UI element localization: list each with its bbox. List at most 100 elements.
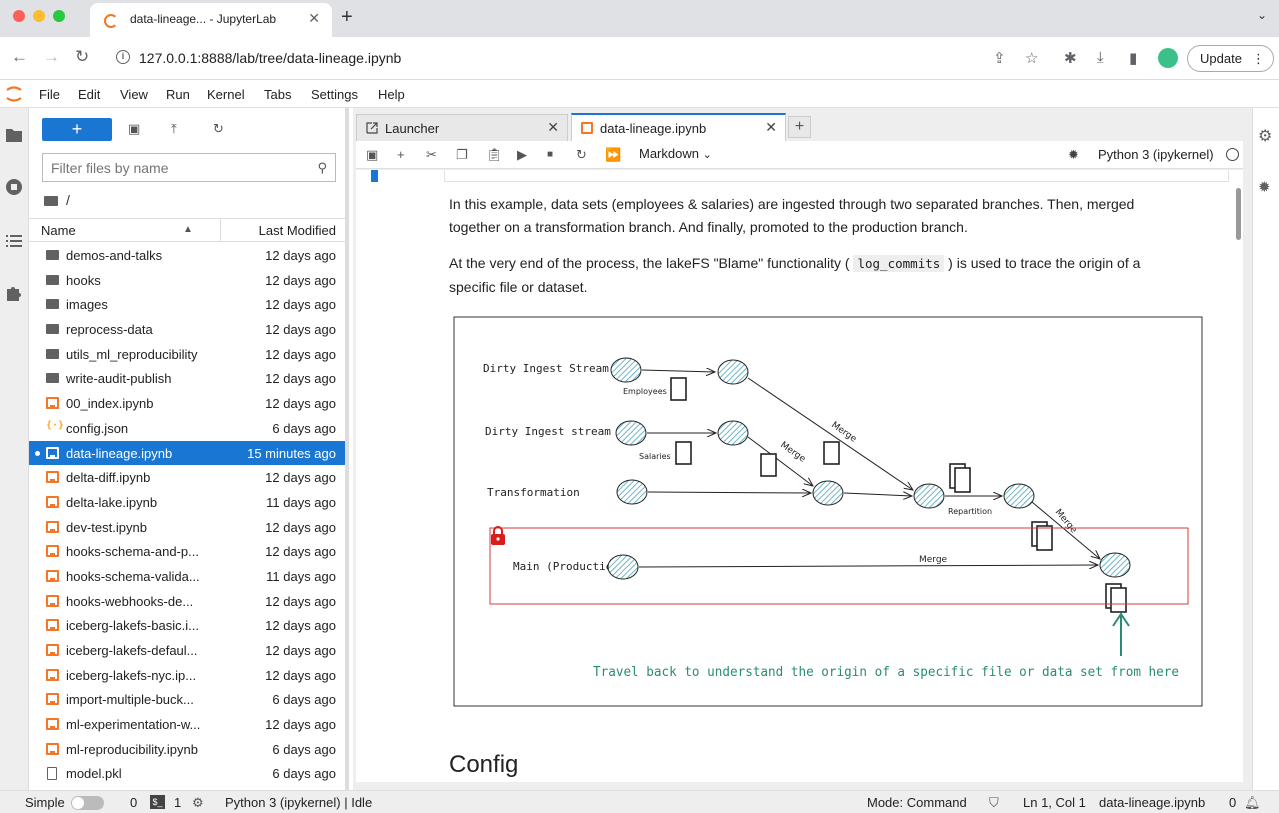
cursor-position[interactable]: Ln 1, Col 1 bbox=[1023, 795, 1086, 810]
update-button[interactable]: Update ⋮ bbox=[1187, 45, 1274, 72]
column-last-modified[interactable]: Last Modified bbox=[259, 223, 336, 238]
file-browser: + ▣ ⤒ ↻ ⚲ / Name ▲ Last Modified demos-a… bbox=[29, 108, 349, 790]
restart-run-all-icon[interactable]: ⏩ bbox=[605, 147, 621, 163]
kernel-count[interactable]: 1 bbox=[174, 795, 181, 810]
menu-tabs[interactable]: Tabs bbox=[264, 87, 291, 102]
file-row[interactable]: ml-reproducibility.ipynb 6 days ago bbox=[29, 737, 345, 762]
share-icon[interactable]: ⇪ bbox=[993, 49, 1006, 67]
file-row[interactable]: images 12 days ago bbox=[29, 292, 345, 317]
breadcrumb[interactable]: / bbox=[44, 192, 70, 208]
extension-puzzle-icon[interactable] bbox=[5, 284, 23, 302]
menu-view[interactable]: View bbox=[120, 87, 148, 102]
filter-files-input[interactable] bbox=[43, 154, 313, 181]
column-name[interactable]: Name bbox=[41, 223, 76, 238]
copy-icon[interactable]: ❐ bbox=[456, 147, 468, 163]
notebook-content[interactable]: In this example, data sets (employees & … bbox=[356, 170, 1243, 782]
file-row[interactable]: ml-experimentation-w... 12 days ago bbox=[29, 712, 345, 737]
bell-icon[interactable]: 🔔︎ bbox=[1244, 795, 1261, 811]
close-tab-icon[interactable]: ✕ bbox=[308, 10, 320, 27]
file-name: dev-test.ipynb bbox=[66, 519, 147, 535]
file-row[interactable]: import-multiple-buck... 6 days ago bbox=[29, 687, 345, 712]
zoom-window-button[interactable] bbox=[53, 10, 65, 22]
forward-icon[interactable]: → bbox=[43, 47, 60, 67]
file-row[interactable]: 00_index.ipynb 12 days ago bbox=[29, 391, 345, 416]
menu-kernel[interactable]: Kernel bbox=[207, 87, 245, 102]
file-row[interactable]: demos-and-talks 12 days ago bbox=[29, 243, 345, 268]
cut-icon[interactable]: ✂ bbox=[426, 147, 437, 163]
refresh-icon[interactable]: ↻ bbox=[213, 121, 224, 137]
kernel-name[interactable]: Python 3 (ipykernel) bbox=[1098, 147, 1214, 162]
add-tab-button[interactable]: + bbox=[788, 116, 811, 138]
menu-file[interactable]: File bbox=[39, 87, 60, 102]
tab-data-lineage[interactable]: data-lineage.ipynb ✕ bbox=[571, 113, 786, 141]
notebook-icon bbox=[46, 693, 59, 706]
file-row[interactable]: iceberg-lakefs-nyc.ip... 12 days ago bbox=[29, 663, 345, 688]
close-window-button[interactable] bbox=[13, 10, 25, 22]
debugger-icon[interactable]: ✹ bbox=[1258, 178, 1271, 196]
extensions-icon[interactable]: ✱ bbox=[1064, 49, 1077, 67]
file-row[interactable]: hooks-schema-and-p... 12 days ago bbox=[29, 539, 345, 564]
close-tab-icon[interactable]: ✕ bbox=[547, 119, 559, 136]
menu-edit[interactable]: Edit bbox=[78, 87, 100, 102]
reload-icon[interactable]: ↻ bbox=[75, 47, 89, 67]
minimize-window-button[interactable] bbox=[33, 10, 45, 22]
profile-avatar[interactable] bbox=[1158, 48, 1178, 68]
chevron-down-icon[interactable]: ⌄ bbox=[1257, 8, 1267, 22]
column-divider[interactable] bbox=[220, 219, 221, 241]
shield-icon[interactable]: ⛉ bbox=[989, 795, 999, 811]
notebook-icon bbox=[46, 644, 59, 656]
notebook-scrollbar[interactable] bbox=[1236, 188, 1241, 240]
previous-cell[interactable] bbox=[444, 170, 1229, 182]
debugger-icon[interactable]: ✹ bbox=[1068, 147, 1079, 163]
menu-settings[interactable]: Settings bbox=[311, 87, 358, 102]
url-field[interactable]: i 127.0.0.1:8888/lab/tree/data-lineage.i… bbox=[107, 43, 987, 73]
file-row[interactable]: hooks-schema-valida... 11 days ago bbox=[29, 564, 345, 589]
running-icon[interactable] bbox=[5, 178, 23, 196]
file-row[interactable]: iceberg-lakefs-basic.i... 12 days ago bbox=[29, 613, 345, 638]
folder-icon[interactable] bbox=[5, 126, 23, 144]
file-row[interactable]: delta-diff.ipynb 12 days ago bbox=[29, 465, 345, 490]
sidepanel-icon[interactable]: ▮ bbox=[1129, 49, 1137, 67]
menu-help[interactable]: Help bbox=[378, 87, 405, 102]
breadcrumb-root[interactable]: / bbox=[66, 192, 70, 208]
site-info-icon[interactable]: i bbox=[116, 50, 130, 64]
new-tab-icon[interactable]: + bbox=[341, 6, 353, 29]
cell-type-select[interactable]: Markdown ⌄ bbox=[639, 146, 712, 161]
file-row[interactable]: data-lineage.ipynb 15 minutes ago bbox=[29, 440, 345, 466]
new-launcher-button[interactable]: + bbox=[42, 118, 112, 141]
file-row[interactable]: {·} config.json 6 days ago bbox=[29, 416, 345, 441]
notification-count[interactable]: 0 bbox=[1229, 795, 1236, 810]
file-row[interactable]: delta-lake.ipynb 11 days ago bbox=[29, 490, 345, 515]
browser-tab-active[interactable]: data-lineage... - JupyterLab ✕ bbox=[90, 3, 332, 37]
restart-icon[interactable]: ↻ bbox=[576, 147, 587, 163]
paste-icon[interactable]: 📋︎ bbox=[486, 147, 503, 163]
save-icon[interactable]: ▣ bbox=[366, 147, 378, 163]
bookmark-star-icon[interactable]: ☆ bbox=[1025, 49, 1038, 67]
insert-cell-icon[interactable]: + bbox=[397, 147, 405, 162]
run-icon[interactable]: ▶ bbox=[517, 147, 527, 163]
file-row[interactable]: hooks 12 days ago bbox=[29, 268, 345, 293]
upload-icon[interactable]: ⤒ bbox=[171, 121, 177, 137]
stop-icon[interactable]: ■ bbox=[547, 149, 553, 160]
sort-ascending-icon[interactable]: ▲ bbox=[183, 224, 193, 235]
file-row[interactable]: reprocess-data 12 days ago bbox=[29, 317, 345, 342]
property-inspector-icon[interactable]: ⚙ bbox=[1258, 126, 1272, 146]
close-tab-icon[interactable]: ✕ bbox=[765, 119, 777, 136]
notebook-icon bbox=[46, 471, 59, 484]
back-icon[interactable]: ← bbox=[11, 47, 28, 67]
terminal-count[interactable]: 0 bbox=[130, 795, 137, 810]
tab-launcher[interactable]: Launcher ✕ bbox=[356, 114, 568, 141]
simple-mode-toggle[interactable] bbox=[71, 796, 104, 810]
menu-run[interactable]: Run bbox=[166, 87, 190, 102]
kernel-status[interactable]: Python 3 (ipykernel) | Idle bbox=[225, 795, 372, 810]
file-row[interactable]: write-audit-publish 12 days ago bbox=[29, 366, 345, 391]
file-row[interactable]: dev-test.ipynb 12 days ago bbox=[29, 515, 345, 540]
notebook-icon bbox=[46, 742, 59, 755]
toc-icon[interactable] bbox=[5, 232, 23, 250]
file-row[interactable]: utils_ml_reproducibility 12 days ago bbox=[29, 342, 345, 367]
new-folder-icon[interactable]: ▣ bbox=[128, 121, 140, 137]
file-row[interactable]: iceberg-lakefs-defaul... 12 days ago bbox=[29, 638, 345, 663]
download-icon[interactable]: ⤓ bbox=[1097, 49, 1104, 66]
file-row[interactable]: hooks-webhooks-de... 12 days ago bbox=[29, 589, 345, 614]
file-row[interactable]: model.pkl 6 days ago bbox=[29, 761, 345, 786]
